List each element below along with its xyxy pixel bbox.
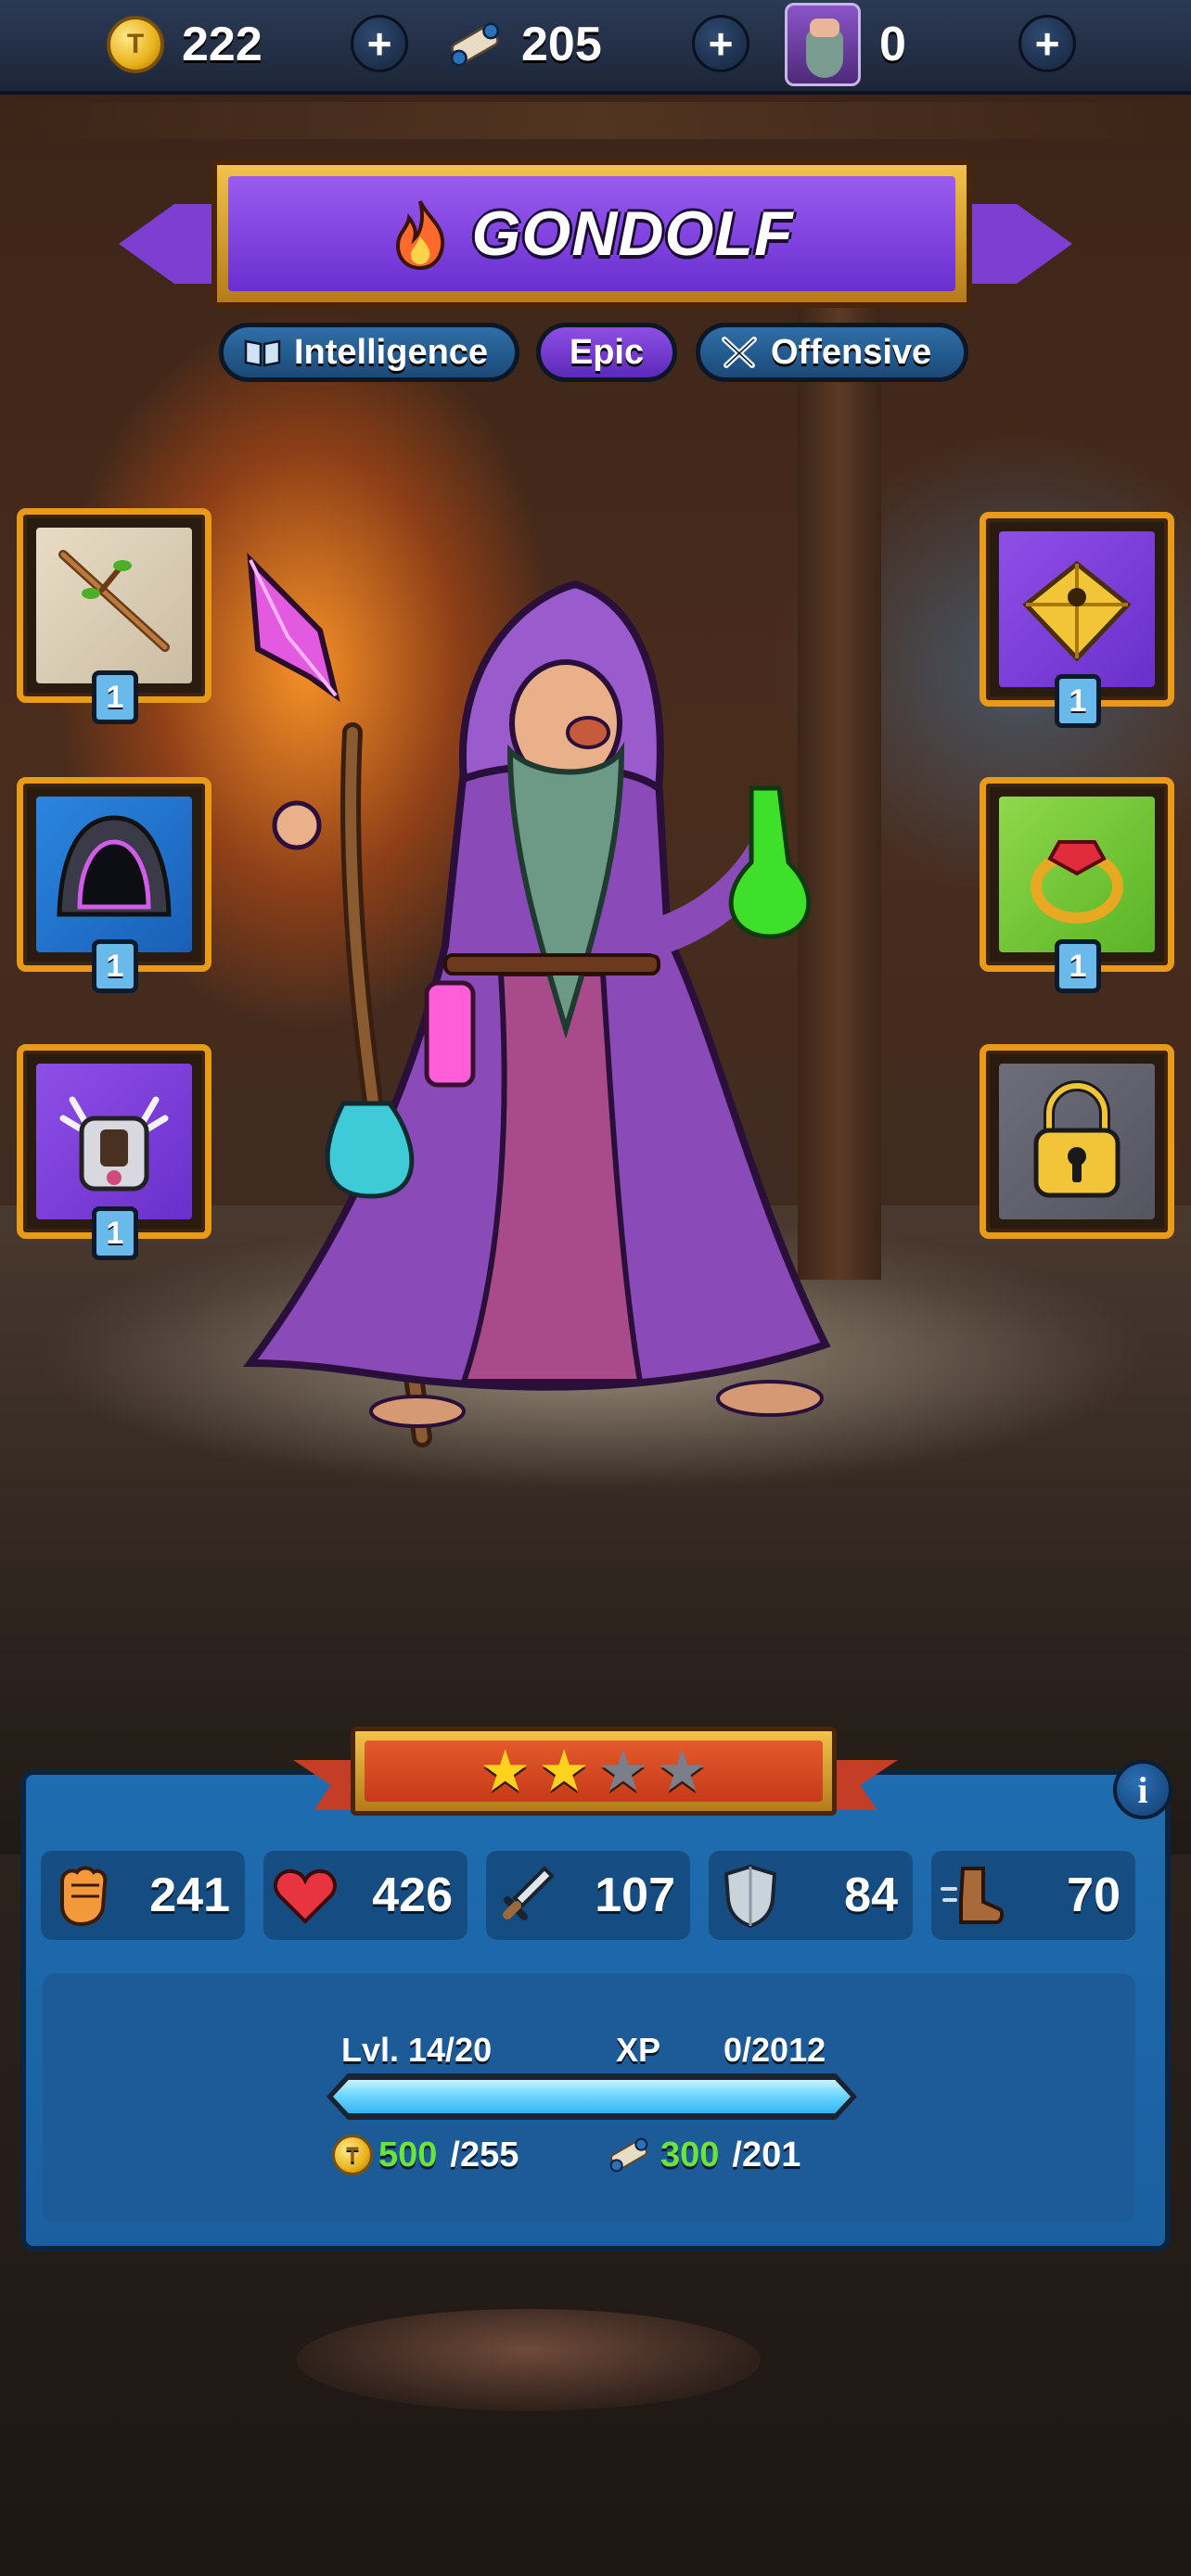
coins-value: 222 [182, 18, 263, 71]
add-scrolls-button[interactable]: + [692, 15, 749, 72]
slot-level-badge: 1 [1055, 674, 1101, 728]
upgrade-cost-coins: T 500 /255 [332, 2129, 519, 2181]
tag-epic-label: Epic [569, 332, 645, 372]
xp-value: 0/2012 [724, 2031, 826, 2069]
stat-health: 426 [263, 1851, 467, 1940]
equipment-slot-weapon[interactable]: 1 [17, 508, 211, 724]
hero-shards-counter: 0 [785, 3, 906, 86]
stat-power: 241 [41, 1851, 245, 1940]
star-empty-icon: ★ [656, 1737, 709, 1804]
scrolls-need: /201 [732, 2135, 801, 2174]
coins-need: /255 [450, 2135, 519, 2174]
xp-progress-fill [333, 2080, 851, 2113]
heart-icon [273, 1863, 338, 1928]
hero-name-banner: GONDOLF [211, 159, 972, 308]
stat-attack: 107 [486, 1851, 690, 1940]
mushroom-bowl-decoration [297, 2309, 761, 2411]
background-beam [0, 102, 1191, 139]
stat-speed: 70 [931, 1851, 1135, 1940]
stat-defense: 84 [709, 1851, 913, 1940]
equipment-slot-head[interactable]: 1 [17, 777, 211, 993]
stat-speed-value: 70 [1067, 1868, 1121, 1922]
add-coins-button[interactable]: + [351, 15, 408, 72]
spiked-armor-icon [59, 1096, 169, 1192]
book-icon [244, 339, 281, 367]
dark-hood-icon [57, 815, 172, 917]
scroll-icon [442, 11, 508, 78]
slot-level-badge: 1 [92, 939, 138, 993]
equipment-slot-armor[interactable]: 1 [17, 1044, 211, 1260]
info-button[interactable]: i [1113, 1760, 1172, 1819]
add-hero-shards-button[interactable]: + [1018, 15, 1076, 72]
tag-intelligence[interactable]: Intelligence [219, 323, 519, 382]
branch-staff-icon [58, 550, 170, 652]
slot-level-badge: 1 [92, 670, 138, 724]
scrolls-counter: 205 [442, 9, 602, 80]
fire-icon [391, 198, 450, 271]
star-icon: ★ [479, 1737, 531, 1804]
stat-power-value: 241 [149, 1868, 230, 1922]
tag-offensive-label: Offensive [771, 332, 932, 372]
boot-icon [941, 1863, 1005, 1928]
resource-bar: T 222 + 205 + 0 + [0, 0, 1191, 95]
scroll-icon [609, 2137, 648, 2173]
equipment-slot-locked[interactable] [980, 1044, 1174, 1239]
star-empty-icon: ★ [597, 1737, 649, 1804]
hero-shards-value: 0 [879, 18, 906, 71]
gold-coin-icon: T [332, 2135, 373, 2175]
slot-level-badge: 1 [1055, 939, 1101, 993]
ruby-ring-icon [1031, 840, 1123, 924]
stat-defense-value: 84 [844, 1868, 898, 1922]
xp-label: XP [616, 2031, 661, 2069]
crossed-swords-icon [722, 337, 757, 368]
star-rating-banner: ★ ★ ★ ★ [351, 1727, 837, 1816]
tag-intelligence-label: Intelligence [294, 332, 489, 372]
wizard-portrait-icon [785, 3, 861, 86]
tag-offensive[interactable]: Offensive [696, 323, 968, 382]
hero-character-art [232, 547, 881, 1465]
fist-icon [50, 1863, 115, 1928]
hero-name: GONDOLF [471, 198, 794, 269]
coins-have: 500 [378, 2135, 438, 2174]
xp-progress-bar [327, 2073, 857, 2120]
stats-row: 241 426 107 84 70 [41, 1851, 1150, 1940]
sword-icon [495, 1863, 560, 1928]
stat-attack-value: 107 [595, 1868, 675, 1922]
golden-pyramid-icon [1022, 560, 1132, 662]
upgrade-cost-scrolls: 300 /201 [603, 2129, 800, 2181]
star-icon: ★ [538, 1737, 590, 1804]
equipment-slot-artifact[interactable]: 1 [980, 512, 1174, 728]
level-label: Lvl. 14/20 [341, 2031, 493, 2069]
stat-health-value: 426 [372, 1868, 453, 1922]
tag-epic[interactable]: Epic [536, 323, 677, 382]
equipment-slot-ring[interactable]: 1 [980, 777, 1174, 993]
scrolls-value: 205 [521, 18, 602, 71]
shield-icon [718, 1863, 783, 1928]
scrolls-have: 300 [660, 2135, 720, 2174]
slot-level-badge: 1 [92, 1206, 138, 1260]
padlock-icon [1033, 1080, 1121, 1198]
gold-coin-icon: T [102, 11, 169, 78]
coins-counter: T 222 [102, 9, 263, 80]
